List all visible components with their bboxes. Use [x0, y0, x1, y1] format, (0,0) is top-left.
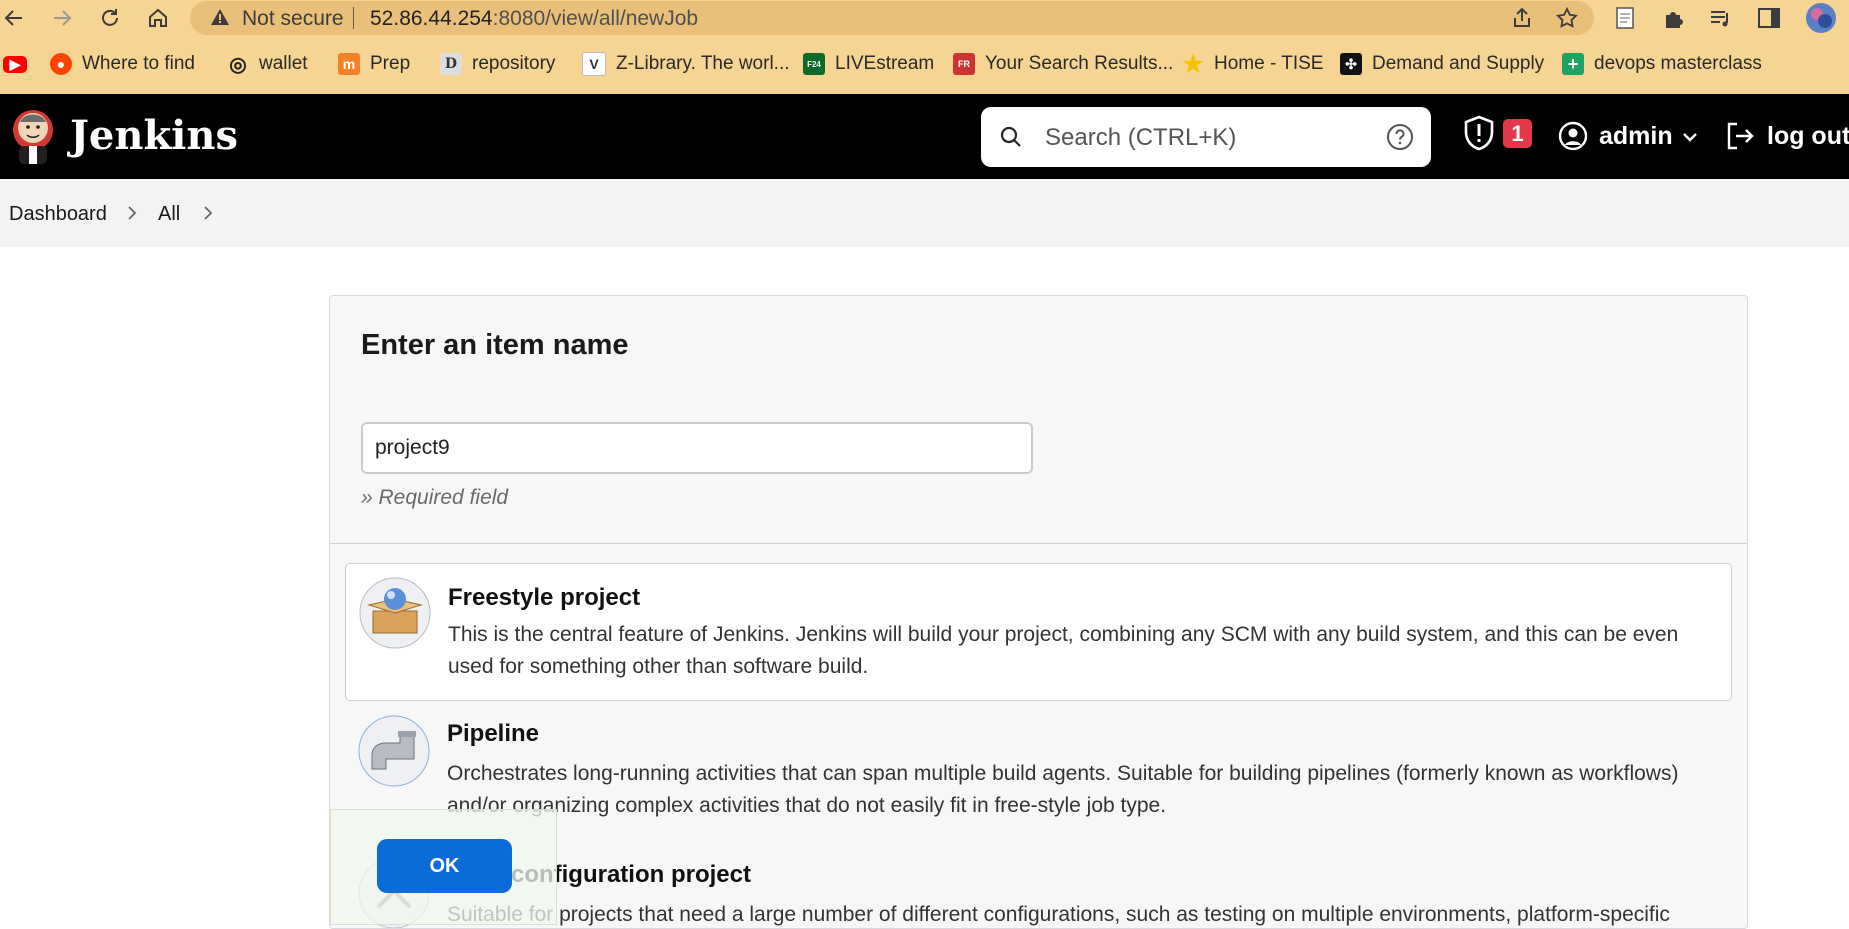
document-icon[interactable] [1612, 5, 1638, 31]
item-title: Pipeline [447, 720, 540, 747]
livestream-icon: F24 [803, 53, 825, 75]
bookmark-repository[interactable]: D repository [440, 51, 555, 77]
security-count-badge[interactable]: 1 [1503, 119, 1532, 148]
profile-avatar-icon[interactable] [1805, 2, 1837, 34]
chevron-right-icon [128, 206, 137, 220]
prep-icon: m [338, 53, 360, 75]
bookmark-devops[interactable]: + devops masterclass [1562, 51, 1762, 77]
address-bar[interactable]: Not secure 52.86.44.254:8080/view/all/ne… [190, 1, 1594, 35]
user-icon[interactable] [1558, 121, 1588, 151]
search-results-icon: FR [953, 53, 975, 75]
search-icon [1000, 126, 1021, 147]
page-title: Enter an item name [361, 329, 629, 361]
bookmark-home-tise[interactable]: ★ Home - TISE [1182, 50, 1324, 78]
bookmark-livestream[interactable]: F24 LIVEstream [803, 51, 934, 77]
bookmark-label: Z-Library. The worl... [616, 53, 790, 74]
bookmark-wallet[interactable]: ◎ wallet [227, 51, 308, 77]
shield-icon[interactable] [1462, 115, 1496, 151]
address-separator [353, 7, 354, 29]
required-field-note: » Required field [361, 486, 509, 509]
breadcrumb-dashboard[interactable]: Dashboard [9, 203, 107, 226]
item-description: This is the central feature of Jenkins. … [448, 623, 1679, 678]
bookmark-label: repository [472, 53, 556, 74]
search-box[interactable] [981, 107, 1431, 167]
browser-toolbar: Not secure 52.86.44.254:8080/view/all/ne… [0, 0, 1849, 37]
item-description: Orchestrates long-running activities tha… [447, 762, 1679, 817]
help-icon[interactable] [1386, 123, 1414, 151]
search-input[interactable] [1043, 117, 1357, 159]
sheets-icon: + [1562, 53, 1584, 75]
warning-icon [211, 9, 229, 25]
chevron-down-icon[interactable] [1680, 127, 1700, 147]
freestyle-box-icon [359, 577, 431, 649]
security-label: Not secure [242, 7, 344, 30]
chevron-right-icon[interactable] [199, 202, 217, 224]
reload-icon[interactable] [96, 4, 124, 32]
divider [330, 543, 1747, 544]
jenkins-logo-icon[interactable] [10, 106, 56, 166]
item-title: Freestyle project [448, 584, 641, 611]
bookmark-label: Home - TISE [1214, 53, 1324, 74]
bookmark-label: Your Search Results... [985, 53, 1174, 74]
logout-icon[interactable] [1724, 120, 1756, 152]
bookmark-label: Prep [370, 53, 411, 74]
bookmark-zlibrary[interactable]: V Z-Library. The worl... [582, 51, 790, 77]
bookmark-search-results[interactable]: FR Your Search Results... [953, 51, 1173, 77]
item-name-input[interactable] [361, 422, 1033, 474]
reddit-icon: ● [50, 53, 72, 75]
item-description: Suitable for projects that need a large … [447, 903, 1670, 926]
user-name[interactable]: admin [1599, 122, 1673, 151]
side-panel-icon[interactable] [1756, 5, 1782, 31]
bookmark-label: Where to find [82, 53, 195, 74]
bookmark-label: Demand and Supply [1372, 53, 1545, 74]
bookmark-youtube[interactable]: ▶ [3, 51, 37, 77]
bookmark-where-to-find[interactable]: ● Where to find [50, 51, 195, 77]
ok-button-bar: OK [330, 809, 557, 925]
ok-button[interactable]: OK [377, 839, 512, 893]
bookmark-label: LIVEstream [835, 53, 935, 74]
url-text: 52.86.44.254:8080/view/all/newJob [370, 7, 698, 31]
bookmark-prep[interactable]: m Prep [338, 51, 410, 77]
reading-list-icon[interactable] [1708, 5, 1734, 31]
extensions-icon[interactable] [1662, 5, 1688, 31]
bookmarks-bar: ▶ ● Where to find ◎ wallet m Prep D repo… [0, 37, 1849, 95]
repository-icon: D [440, 53, 462, 75]
url-path: :8080/view/all/newJob [492, 7, 699, 30]
github-icon: ◎ [229, 53, 247, 76]
pipeline-pipe-icon [358, 715, 430, 787]
share-icon[interactable] [1510, 6, 1534, 30]
jenkins-header: Jenkins 1 admin log out [0, 94, 1849, 179]
demand-supply-icon: ✣ [1340, 53, 1362, 75]
breadcrumb: Dashboard All [0, 179, 1849, 247]
forward-arrow-icon[interactable] [48, 4, 76, 32]
back-arrow-icon[interactable] [0, 4, 28, 32]
zlibrary-icon: V [582, 52, 606, 76]
bookmark-label: devops masterclass [1594, 53, 1762, 74]
star-icon[interactable] [1555, 6, 1579, 30]
youtube-icon: ▶ [3, 55, 27, 73]
home-icon[interactable] [144, 4, 172, 32]
bookmark-label: wallet [259, 53, 308, 74]
breadcrumb-all[interactable]: All [158, 203, 180, 226]
url-host: 52.86.44.254 [370, 7, 493, 30]
logout-link[interactable]: log out [1767, 122, 1849, 151]
item-type-freestyle[interactable]: Freestyle project This is the central fe… [345, 563, 1732, 701]
jenkins-title[interactable]: Jenkins [70, 112, 238, 159]
star-bookmark-icon: ★ [1182, 50, 1204, 78]
bookmark-demand-supply[interactable]: ✣ Demand and Supply [1340, 51, 1544, 77]
